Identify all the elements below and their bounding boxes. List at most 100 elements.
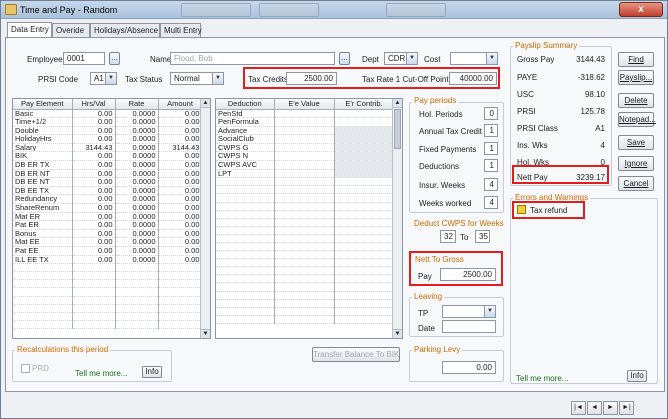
pay-value-cell[interactable]: 0.00 — [72, 255, 116, 265]
parking-levy-input[interactable]: 0.00 — [442, 361, 496, 374]
tax-credits-input[interactable]: 2500.00 — [286, 72, 337, 85]
deduction-value-cell[interactable] — [274, 193, 335, 203]
deduction-value-cell[interactable] — [334, 282, 395, 292]
deduction-value-cell[interactable] — [334, 234, 395, 244]
deduction-value-cell[interactable] — [334, 315, 395, 324]
pay-value-cell[interactable] — [72, 312, 116, 321]
pay-element-cell[interactable] — [13, 320, 73, 329]
deduction-cell[interactable] — [216, 266, 275, 276]
col-header-hrs-val[interactable]: Hrs/Val — [72, 99, 116, 110]
table-row[interactable]: Mat ER 0.00 0.0000 0.00 — [13, 212, 203, 222]
deduction-cell[interactable] — [216, 315, 275, 324]
table-row[interactable]: BIK 0.00 0.0000 0.00 — [13, 151, 203, 162]
dept-select[interactable]: CDR ▼ — [384, 52, 418, 65]
deduction-cell[interactable]: PenStd — [216, 109, 275, 119]
recalc-tell-me-more-link[interactable]: Tell me more... — [75, 369, 127, 378]
table-row[interactable]: ILL EE TX 0.00 0.0000 0.00 — [13, 255, 203, 265]
table-row[interactable]: PenFormula — [216, 117, 395, 127]
deduction-value-cell[interactable] — [334, 274, 395, 284]
transfer-balance-button[interactable]: Transfer Balance To BIK — [312, 347, 400, 362]
scroll-up-icon[interactable]: ▲ — [393, 99, 402, 108]
deduction-value-cell[interactable] — [274, 160, 335, 170]
pay-element-cell[interactable]: ShareRenum — [13, 203, 73, 213]
deduction-cell[interactable] — [216, 242, 275, 252]
save-button[interactable]: Save — [618, 135, 654, 150]
pay-element-cell[interactable] — [13, 263, 73, 273]
deduction-value-cell[interactable] — [274, 258, 335, 268]
table-row[interactable] — [216, 226, 395, 235]
table-row[interactable] — [216, 177, 395, 187]
pay-value-cell[interactable]: 0.00 — [72, 203, 116, 213]
deduction-value-cell[interactable] — [274, 274, 335, 284]
table-row[interactable]: Double 0.00 0.0000 0.00 — [13, 126, 203, 136]
pay-value-cell[interactable] — [115, 304, 159, 313]
next-record-button[interactable]: ► — [603, 401, 618, 415]
deduction-cell[interactable] — [216, 234, 275, 244]
pay-value-cell[interactable] — [158, 312, 203, 321]
deduction-value-cell[interactable] — [274, 226, 335, 235]
pay-value-cell[interactable] — [158, 320, 203, 329]
table-row[interactable] — [13, 296, 203, 305]
pay-element-cell[interactable] — [13, 312, 73, 321]
pay-value-cell[interactable]: 0.00 — [158, 177, 203, 187]
pay-value-cell[interactable] — [158, 287, 203, 297]
table-row[interactable] — [216, 250, 395, 260]
deduction-cell[interactable]: PenFormula — [216, 117, 275, 127]
pay-value-cell[interactable]: 0.00 — [72, 177, 116, 187]
pay-value-cell[interactable]: 0.00 — [158, 169, 203, 179]
pay-element-cell[interactable]: Mat EE — [13, 237, 73, 247]
deduction-value-cell[interactable] — [334, 299, 395, 308]
notepad-button[interactable]: Notepad... — [618, 112, 656, 127]
table-row[interactable] — [216, 282, 395, 292]
table-row[interactable] — [216, 193, 395, 203]
employee-lookup-button[interactable]: ... — [109, 52, 120, 65]
pay-value-cell[interactable]: 0.00 — [158, 117, 203, 127]
pay-element-cell[interactable]: Bonus — [13, 229, 73, 239]
deduction-value-cell[interactable] — [334, 307, 395, 316]
pay-value-cell[interactable]: 0.00 — [72, 169, 116, 179]
col-header-er-contrib[interactable]: E'r Contrib. — [334, 99, 395, 110]
pay-element-cell[interactable]: Mat ER — [13, 212, 73, 222]
deduction-value-cell[interactable] — [274, 242, 335, 252]
tab-overide[interactable]: Overide — [52, 23, 90, 37]
table-row[interactable] — [13, 263, 203, 273]
table-row[interactable] — [216, 266, 395, 276]
pay-value-cell[interactable] — [158, 279, 203, 289]
pay-value-cell[interactable] — [158, 263, 203, 273]
deduction-value-cell[interactable] — [274, 117, 335, 127]
deductions-grid[interactable]: Deduction E'e Value E'r Contrib. PenStd P… — [215, 98, 403, 339]
pay-value-cell[interactable]: 0.00 — [158, 160, 203, 170]
scroll-down-icon[interactable]: ▼ — [201, 329, 210, 338]
pay-element-cell[interactable]: DB EE TX — [13, 186, 73, 196]
pay-value-cell[interactable]: 0.0000 — [115, 177, 159, 187]
pay-element-cell[interactable]: DB ER NT — [13, 169, 73, 179]
pay-value-cell[interactable] — [115, 271, 159, 281]
name-lookup-button[interactable]: ... — [339, 52, 350, 65]
deduction-cell[interactable] — [216, 282, 275, 292]
pay-value-cell[interactable]: 0.00 — [72, 126, 116, 136]
col-header-rate[interactable]: Rate — [115, 99, 159, 110]
pay-value-cell[interactable]: 0.00 — [158, 212, 203, 222]
deduction-cell[interactable] — [216, 218, 275, 227]
pay-value-cell[interactable]: 0.0000 — [115, 212, 159, 222]
table-row[interactable]: LPT — [216, 169, 395, 179]
ignore-button[interactable]: Ignore — [618, 156, 654, 171]
pay-element-cell[interactable] — [13, 296, 73, 305]
table-row[interactable]: Salary 3144.43 0.0000 3144.43 — [13, 143, 203, 153]
pay-value-cell[interactable]: 0.00 — [72, 246, 116, 256]
pay-value-cell[interactable]: 0.0000 — [115, 109, 159, 119]
pay-value-cell[interactable]: 0.00 — [72, 134, 116, 144]
deduction-cell[interactable] — [216, 210, 275, 219]
pay-value-cell[interactable] — [158, 304, 203, 313]
pay-value-cell[interactable]: 0.00 — [158, 246, 203, 256]
pay-value-cell[interactable]: 0.00 — [158, 255, 203, 265]
pay-element-cell[interactable] — [13, 279, 73, 289]
deduction-value-cell[interactable] — [334, 226, 395, 235]
prd-checkbox[interactable] — [21, 364, 30, 373]
pay-value-cell[interactable] — [158, 271, 203, 281]
cutoff-input[interactable]: 40000.00 — [449, 72, 497, 85]
pay-element-cell[interactable]: Pat EE — [13, 246, 73, 256]
chevron-down-icon[interactable]: ▼ — [484, 306, 495, 317]
deduction-cell[interactable]: Advance — [216, 126, 275, 136]
table-row[interactable]: CWPS AVC — [216, 160, 395, 170]
